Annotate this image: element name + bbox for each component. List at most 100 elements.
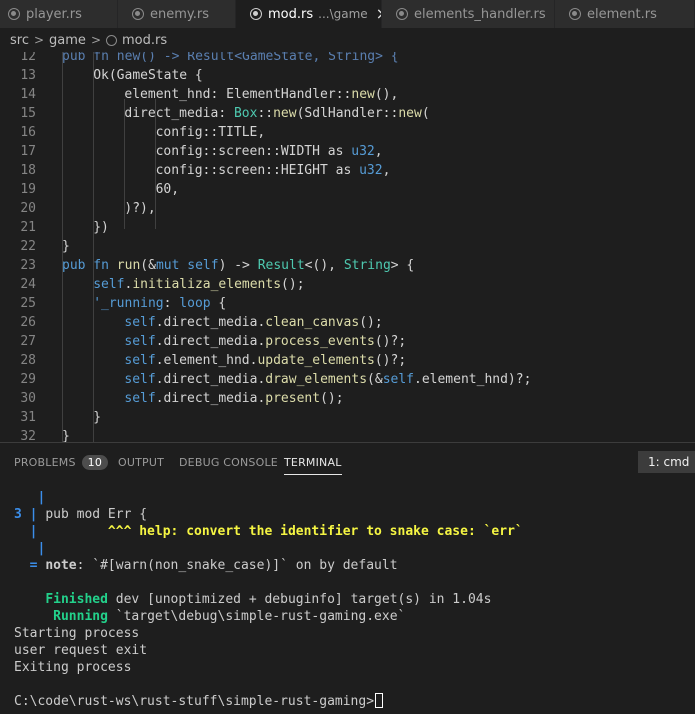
- code-token: initializa_elements: [132, 277, 282, 292]
- tab-elements-handler-rs[interactable]: elements_handler.rs: [382, 0, 555, 28]
- tab-description: ...\game: [318, 7, 368, 21]
- terminal-selector-value: 1: cmd: [648, 455, 690, 469]
- code-token: direct_media: [124, 106, 219, 121]
- code-token: pub fn: [62, 258, 117, 273]
- code-token: TITLE: [218, 125, 258, 140]
- code-text: config::screen::WIDTH as u32,: [156, 142, 383, 161]
- code-text: self.direct_media.draw_elements(&self.el…: [124, 370, 531, 389]
- rust-file-icon: [250, 8, 262, 20]
- tab-player-rs[interactable]: player.rs: [0, 0, 118, 28]
- line-number: 25: [20, 296, 36, 311]
- code-token: as: [327, 163, 360, 178]
- code-token: self: [124, 391, 156, 406]
- problems-count-badge: 10: [81, 454, 109, 470]
- code-token: new: [398, 106, 422, 121]
- code-token: : ElementHandler::: [210, 87, 352, 102]
- terminal-line: | ^^^ help: convert the identifier to sn…: [14, 523, 523, 540]
- code-text: }: [62, 237, 70, 256]
- tab-output[interactable]: OUTPUT: [118, 443, 164, 481]
- code-token: clean_canvas: [265, 315, 360, 330]
- code-token: (&: [140, 258, 156, 273]
- code-line: 26 self.direct_media.clean_canvas();: [0, 313, 695, 332]
- code-line: 18 config::screen::HEIGHT as u32,: [0, 161, 695, 180]
- terminal-line: Finished dev [unoptimized + debuginfo] t…: [14, 591, 491, 608]
- code-text: Ok(GameState {: [93, 66, 203, 85]
- terminal-text: =: [14, 558, 46, 573]
- code-token: self: [124, 372, 156, 387]
- indent-guide: [155, 99, 156, 229]
- code-line: 22}: [0, 237, 695, 256]
- tab-problems[interactable]: PROBLEMS 10: [14, 443, 109, 481]
- code-token: u32: [351, 144, 375, 159]
- rust-file-icon: [106, 34, 117, 46]
- terminal-text: C:\code\rust-ws\rust-stuff\simple-rust-g…: [14, 694, 375, 709]
- code-token: config::screen::: [155, 163, 281, 178]
- breadcrumb-item-src[interactable]: src: [10, 33, 29, 48]
- line-number: 14: [20, 87, 36, 102]
- tab-enemy-rs[interactable]: enemy.rs: [118, 0, 236, 28]
- tab-terminal-label: TERMINAL: [284, 455, 342, 469]
- code-text: direct_media: Box::new(SdlHandler::new(: [124, 104, 429, 123]
- line-number: 31: [20, 410, 36, 425]
- tab-label: elements_handler.rs: [414, 6, 546, 22]
- code-token: config::screen::: [155, 144, 281, 159]
- code-token: self: [124, 353, 156, 368]
- code-token: .direct_media.: [155, 334, 266, 349]
- code-line: 29 self.direct_media.draw_elements(&self.…: [0, 370, 695, 389]
- code-token: (SdlHandler::: [296, 106, 399, 121]
- code-token: u32: [359, 163, 383, 178]
- terminal-text: |: [14, 524, 46, 539]
- code-editor[interactable]: 12 pub fn new() -> Result<GameState, Stri…: [0, 52, 695, 442]
- code-text: self.direct_media.process_events()?;: [124, 332, 406, 351]
- code-token: present: [265, 391, 321, 406]
- tab-terminal[interactable]: TERMINAL: [284, 443, 342, 481]
- tab-mod-rs[interactable]: mod.rs...\game×: [236, 0, 382, 28]
- breadcrumb-item-file[interactable]: mod.rs: [122, 33, 167, 48]
- code-text: )?),: [124, 199, 155, 218]
- tab-debug-console[interactable]: DEBUG CONSOLE: [179, 443, 278, 481]
- line-number: 22: [20, 239, 36, 254]
- code-token: ();: [359, 315, 383, 330]
- terminal[interactable]: | 3 | pub mod Err { | ^^^ help: convert t…: [0, 481, 695, 714]
- code-line: 13 Ok(GameState {: [0, 66, 695, 85]
- code-line: 16 config::TITLE,: [0, 123, 695, 142]
- line-number: 17: [20, 144, 36, 159]
- line-number: 32: [20, 429, 36, 442]
- tab-debug-console-label: DEBUG CONSOLE: [179, 455, 278, 469]
- chevron-right-icon: >: [33, 33, 45, 47]
- tab-label: mod.rs: [268, 6, 314, 22]
- code-token: new: [116, 52, 141, 64]
- rust-file-icon: [132, 8, 144, 20]
- code-token: mut: [155, 258, 188, 273]
- code-line: 17 config::screen::WIDTH as u32,: [0, 142, 695, 161]
- tab-element-rs[interactable]: element.rs: [555, 0, 695, 28]
- code-token: <(),: [304, 258, 344, 273]
- code-token: (GameState {: [108, 68, 203, 83]
- code-text: element_hnd: ElementHandler::new(),: [124, 85, 398, 104]
- code-token: > {: [375, 52, 399, 64]
- terminal-text: ^^^ help: convert the identifier to snak…: [45, 524, 523, 539]
- code-line: 32}: [0, 427, 695, 442]
- code-text: config::TITLE,: [156, 123, 266, 142]
- terminal-text: user request exit: [14, 643, 148, 658]
- panel-tab-bar: PROBLEMS 10 OUTPUT DEBUG CONSOLE TERMINA…: [0, 443, 695, 481]
- rust-file-icon: [396, 8, 408, 20]
- code-text: }: [93, 408, 101, 427]
- terminal-selector[interactable]: 1: cmd: [638, 451, 695, 473]
- code-token: <GameState,: [234, 52, 329, 64]
- terminal-text: `target\debug\simple-rust-gaming.exe`: [107, 609, 406, 624]
- editor-tab-bar: player.rsenemy.rsmod.rs...\game×elements…: [0, 0, 695, 28]
- code-line: 28 self.element_hnd.update_elements()?;: [0, 351, 695, 370]
- code-token: loop: [179, 296, 211, 311]
- breadcrumb-item-game[interactable]: game: [49, 33, 86, 48]
- terminal-text: Running: [53, 609, 108, 624]
- code-token: :: [163, 296, 180, 311]
- line-number: 18: [20, 163, 36, 178]
- code-line: 14 element_hnd: ElementHandler::new(),: [0, 85, 695, 104]
- tab-label: element.rs: [587, 6, 657, 22]
- code-token: run: [116, 258, 141, 273]
- code-token: .element_hnd)?;: [414, 372, 532, 387]
- terminal-text: |: [14, 541, 46, 556]
- code-token: }: [93, 410, 102, 425]
